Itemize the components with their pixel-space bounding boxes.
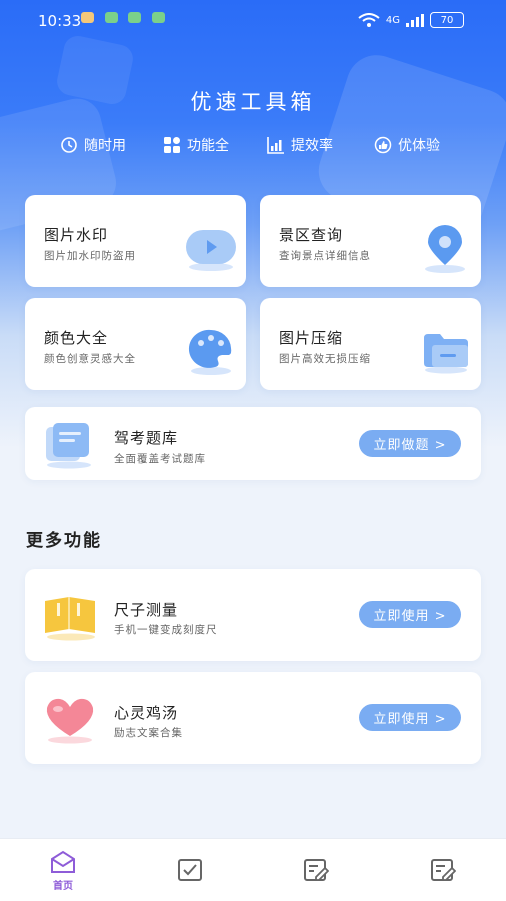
tool-title: 图片水印: [44, 226, 109, 244]
tool-card-color-collection[interactable]: 颜色大全 颜色创意灵感大全: [25, 298, 246, 390]
start-practice-button[interactable]: 立即做题 >: [359, 430, 461, 457]
feature-row: 随时用 功能全 提效率 优体验: [0, 135, 506, 159]
soup-title: 心灵鸡汤: [114, 704, 179, 722]
tool-subtitle: 颜色创意灵感大全: [44, 353, 136, 365]
tool-card-image-watermark[interactable]: 图片水印 图片加水印防盗用: [25, 195, 246, 287]
ruler-measure-card[interactable]: 尺子测量 手机一键变成刻度尺 立即使用 >: [25, 569, 481, 661]
bottom-tab-bar: 首页: [0, 838, 506, 901]
exam-subtitle: 全面覆盖考试题库: [114, 453, 206, 465]
video-bubble-icon: [186, 230, 236, 271]
bar-chart-icon: [267, 137, 284, 154]
document-stack-icon: [46, 423, 91, 469]
feature-experience: 优体验: [374, 135, 440, 155]
status-bar: 10:33 4G 70: [0, 0, 506, 40]
exam-title: 驾考题库: [114, 429, 179, 447]
app-title: 优速工具箱: [190, 90, 316, 114]
clock-icon: [61, 137, 77, 153]
battery-icon: 70: [430, 12, 464, 28]
tab-tasks[interactable]: [170, 857, 210, 883]
tool-title: 图片压缩: [279, 329, 344, 347]
heart-icon: [46, 698, 94, 744]
thumb-up-icon: [374, 136, 392, 154]
tool-card-scenic-query[interactable]: 景区查询 查询景点详细信息: [260, 195, 481, 287]
use-now-button[interactable]: 立即使用 >: [359, 704, 461, 731]
home-mail-icon: [51, 850, 75, 873]
message-icon: [105, 12, 118, 23]
tool-subtitle: 查询景点详细信息: [279, 250, 371, 262]
message-icon: [128, 12, 141, 23]
folder-icon: [424, 334, 468, 374]
feature-label: 提效率: [291, 138, 333, 154]
tool-subtitle: 图片加水印防盗用: [44, 250, 136, 262]
palette-icon: [188, 329, 232, 375]
network-label: 4G: [385, 14, 400, 26]
chicken-soup-card[interactable]: 心灵鸡汤 励志文案合集 立即使用 >: [25, 672, 481, 764]
feature-efficiency: 提效率: [267, 135, 333, 155]
soup-subtitle: 励志文案合集: [114, 727, 183, 739]
tool-subtitle: 图片高效无损压缩: [279, 353, 371, 365]
battery-level: 70: [440, 14, 454, 26]
tab-home-label: 首页: [53, 881, 73, 892]
tool-title: 景区查询: [279, 226, 344, 244]
feature-label: 随时用: [84, 138, 126, 154]
tab-notes[interactable]: [296, 857, 336, 883]
tab-mine[interactable]: [423, 857, 463, 883]
tool-title: 颜色大全: [44, 329, 109, 347]
ruler-book-icon: [45, 597, 95, 641]
tab-home[interactable]: 首页: [43, 849, 83, 892]
feature-complete: 功能全: [163, 135, 229, 155]
message-icon: [152, 12, 165, 23]
status-indicators: 4G 70: [358, 12, 464, 28]
ruler-subtitle: 手机一键变成刻度尺: [114, 624, 218, 636]
checkbox-icon: [178, 859, 202, 881]
edit-note-icon: [431, 859, 456, 881]
use-now-button[interactable]: 立即使用 >: [359, 601, 461, 628]
notification-icon: [81, 12, 94, 23]
ruler-title: 尺子测量: [114, 601, 179, 619]
wifi-icon: [358, 13, 380, 27]
tool-card-image-compress[interactable]: 图片压缩 图片高效无损压缩: [260, 298, 481, 390]
signal-icon: [406, 13, 424, 27]
location-pin-icon: [425, 225, 465, 273]
more-features-heading: 更多功能: [26, 531, 102, 551]
grid-icon: [164, 137, 180, 153]
feature-label: 优体验: [398, 138, 440, 154]
feature-anytime: 随时用: [60, 135, 126, 155]
edit-note-icon: [304, 859, 329, 881]
feature-label: 功能全: [187, 138, 229, 154]
status-time: 10:33: [38, 12, 82, 30]
exam-question-bank-card[interactable]: 驾考题库 全面覆盖考试题库 立即做题 >: [25, 407, 481, 480]
